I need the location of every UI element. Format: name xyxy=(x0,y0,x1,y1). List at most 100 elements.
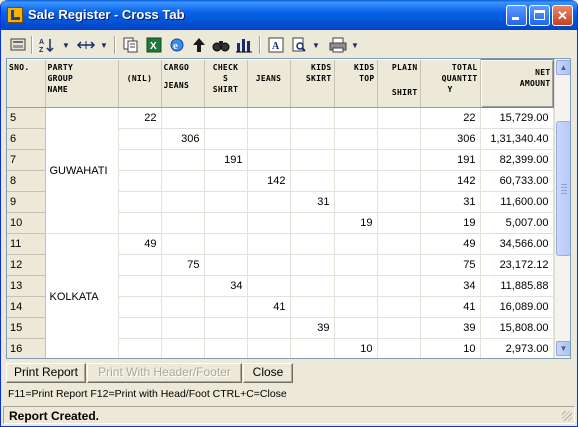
header-nil[interactable]: (NIL) xyxy=(118,59,162,108)
status-bar: Report Created. xyxy=(3,406,575,424)
header-kids-top[interactable]: KIDS TOP xyxy=(334,59,378,108)
header-plain-shirt[interactable]: PLAIN SHIRT xyxy=(377,59,421,108)
cell-cargo-jeans: 306 xyxy=(161,128,205,150)
svg-text:A: A xyxy=(272,41,280,52)
close-button[interactable]: Close xyxy=(243,363,293,383)
cell-sno: 11 xyxy=(7,233,46,255)
cell-plain-shirt xyxy=(377,149,421,171)
cell-sno: 14 xyxy=(7,296,46,318)
cell-total-quantity: 19 xyxy=(420,212,481,234)
cell-sno: 13 xyxy=(7,275,46,297)
cell-cargo-jeans xyxy=(161,275,205,297)
cell-checks-shirt xyxy=(204,107,248,129)
cell-total-quantity: 31 xyxy=(420,191,481,213)
cell-sno: 10 xyxy=(7,212,46,234)
header-checks-shirt[interactable]: CHECK S SHIRT xyxy=(204,59,248,108)
svg-text:Z: Z xyxy=(39,47,44,53)
up-arrow-icon[interactable] xyxy=(190,35,208,55)
cell-cargo-jeans xyxy=(161,191,205,213)
cell-party-group: KOLKATA xyxy=(45,233,119,358)
cell-total-quantity: 41 xyxy=(420,296,481,318)
close-window-button[interactable]: ✕ xyxy=(552,5,573,26)
excel-export-icon[interactable]: X xyxy=(144,35,164,55)
cell-cargo-jeans xyxy=(161,317,205,339)
cell-kids-top: 10 xyxy=(334,338,378,358)
find-icon[interactable] xyxy=(211,35,231,55)
cell-net-amount: 1,31,340.40 xyxy=(480,128,554,150)
cell-kids-skirt xyxy=(290,149,335,171)
shortcut-help-text: F11=Print Report F12=Print with Head/Foo… xyxy=(8,388,287,400)
cell-jeans xyxy=(247,149,291,171)
print-report-button[interactable]: Print Report xyxy=(6,363,86,383)
ie-browser-icon[interactable]: e xyxy=(167,35,187,55)
minimize-button[interactable] xyxy=(506,5,527,26)
cell-kids-skirt xyxy=(290,254,335,276)
cell-checks-shirt xyxy=(204,317,248,339)
cell-plain-shirt xyxy=(377,212,421,234)
sort-dropdown-icon[interactable]: ▼ xyxy=(61,35,71,55)
cell-nil xyxy=(118,296,162,318)
cell-total-quantity: 39 xyxy=(420,317,481,339)
font-icon[interactable]: A xyxy=(266,35,286,55)
table-row[interactable]: 5 GUWAHATI 22 22 15,729.00 xyxy=(7,107,554,234)
scroll-up-button[interactable]: ▲ xyxy=(556,60,570,75)
header-total-quantity[interactable]: TOTAL QUANTIT Y xyxy=(420,59,481,108)
cell-nil xyxy=(118,338,162,358)
cell-jeans: 41 xyxy=(247,296,291,318)
cell-jeans xyxy=(247,128,291,150)
cell-kids-skirt: 39 xyxy=(290,317,335,339)
cell-kids-top xyxy=(334,254,378,276)
cell-jeans xyxy=(247,107,291,129)
svg-text:e: e xyxy=(173,40,178,52)
cell-nil: 49 xyxy=(118,233,162,255)
scroll-thumb[interactable] xyxy=(556,121,570,256)
printer-dropdown-icon[interactable]: ▼ xyxy=(350,35,360,55)
print-preview-icon[interactable] xyxy=(289,35,309,55)
cell-plain-shirt xyxy=(377,254,421,276)
cell-net-amount: 11,600.00 xyxy=(480,191,554,213)
close-icon: ✕ xyxy=(557,8,568,23)
bar-chart-icon[interactable] xyxy=(234,35,254,55)
header-net-amount[interactable]: NET AMOUNT xyxy=(479,59,554,108)
cell-total-quantity: 191 xyxy=(420,149,481,171)
cell-nil: 22 xyxy=(118,107,162,129)
thumb-grip xyxy=(561,193,567,194)
sort-icon[interactable]: AZ xyxy=(37,35,59,55)
maximize-button[interactable] xyxy=(529,5,550,26)
cell-cargo-jeans xyxy=(161,107,205,129)
header-sno[interactable]: SNO. xyxy=(7,59,46,108)
column-width-icon[interactable] xyxy=(75,35,97,55)
cell-net-amount: 15,808.00 xyxy=(480,317,554,339)
scroll-down-button[interactable]: ▼ xyxy=(556,341,570,356)
print-header-footer-button[interactable]: Print With Header/Footer xyxy=(87,363,242,383)
cell-net-amount: 15,729.00 xyxy=(480,107,554,129)
header-jeans[interactable]: JEANS xyxy=(247,59,291,108)
cell-plain-shirt xyxy=(377,296,421,318)
header-kids-skirt[interactable]: KIDS SKIRT xyxy=(290,59,335,108)
vertical-scrollbar[interactable]: ▲ ▼ xyxy=(554,59,570,358)
window-title: Sale Register - Cross Tab xyxy=(28,7,185,22)
thumb-grip xyxy=(561,187,567,188)
cell-plain-shirt xyxy=(377,170,421,192)
cell-total-quantity: 49 xyxy=(420,233,481,255)
cell-kids-top xyxy=(334,128,378,150)
title-bar[interactable]: Sale Register - Cross Tab ✕ xyxy=(1,0,577,30)
cell-kids-top xyxy=(334,233,378,255)
header-cargo-jeans[interactable]: CARGO JEANS xyxy=(161,59,205,108)
printer-icon[interactable] xyxy=(327,35,349,55)
cell-checks-shirt xyxy=(204,254,248,276)
cell-cargo-jeans xyxy=(161,296,205,318)
cell-kids-top: 19 xyxy=(334,212,378,234)
copy-icon[interactable] xyxy=(121,35,141,55)
cell-net-amount: 82,399.00 xyxy=(480,149,554,171)
table-row[interactable]: 11 KOLKATA 49 49 34,566.00 xyxy=(7,233,554,358)
cross-tab-grid[interactable]: SNO. PARTY GROUP NAME (NIL) CARGO JEANS CHE… xyxy=(6,58,571,359)
cell-net-amount: 34,566.00 xyxy=(480,233,554,255)
header-party-group[interactable]: PARTY GROUP NAME xyxy=(45,59,119,108)
resize-grip-icon[interactable] xyxy=(562,411,572,421)
cell-checks-shirt xyxy=(204,212,248,234)
print-setup-icon[interactable] xyxy=(9,35,27,55)
preview-dropdown-icon[interactable]: ▼ xyxy=(311,35,321,55)
cell-net-amount: 23,172.12 xyxy=(480,254,554,276)
column-width-dropdown-icon[interactable]: ▼ xyxy=(99,35,109,55)
